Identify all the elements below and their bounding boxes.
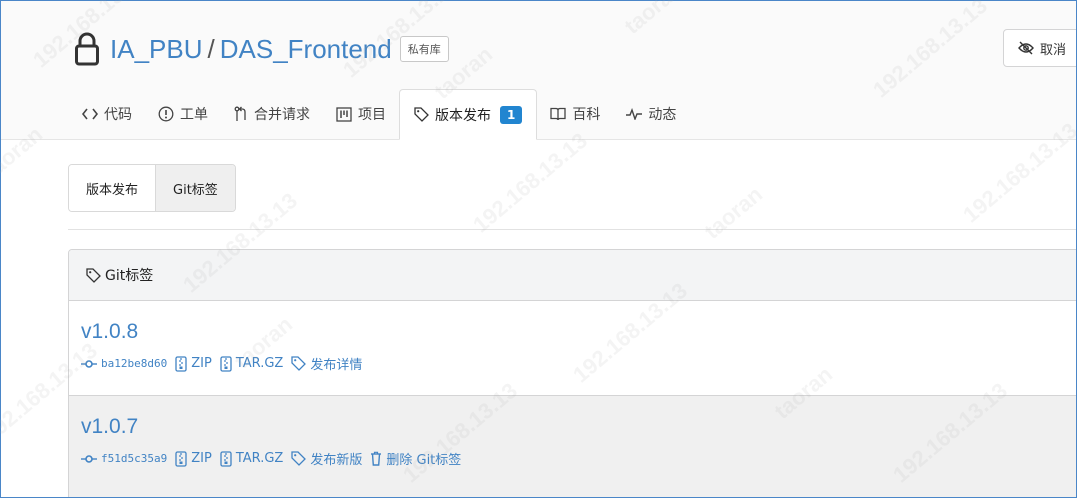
file-zip-icon	[175, 450, 187, 467]
tag-icon	[86, 267, 101, 283]
unwatch-button[interactable]: 取消	[1003, 29, 1076, 67]
tab-label: 代码	[104, 107, 132, 123]
project-icon	[336, 106, 352, 122]
tag-icon	[414, 107, 429, 122]
tag-icon	[291, 356, 307, 371]
tab-label: 工单	[180, 107, 208, 123]
subtab-releases[interactable]: 版本发布	[69, 165, 156, 211]
zip-label: ZIP	[191, 451, 212, 466]
release-detail-link[interactable]: 发布详情	[291, 354, 362, 373]
pulse-icon	[626, 108, 643, 120]
tar-download-link[interactable]: TAR.GZ	[220, 355, 284, 372]
commit-sha: ba12be8d60	[101, 357, 168, 370]
git-tags-title: Git标签	[105, 268, 154, 284]
commit-link[interactable]: ba12be8d60	[81, 357, 167, 370]
repo-separator: /	[207, 33, 215, 64]
tag-links: ba12be8d60 ZIP TAR.GZ 发布详情	[81, 354, 1076, 373]
tab-pull-requests[interactable]: 合并请求	[221, 89, 323, 139]
tab-projects[interactable]: 项目	[323, 89, 399, 139]
private-badge: 私有库	[399, 36, 449, 62]
commit-icon	[81, 359, 97, 368]
release-count-badge: 1	[500, 105, 523, 124]
tab-wiki[interactable]: 百科	[537, 89, 613, 139]
tag-name-link[interactable]: v1.0.8	[81, 319, 1076, 345]
window-frame: IA_PBU / DAS_Frontend 私有库 取消 代码 工单 合并请求 …	[0, 0, 1077, 498]
issue-icon	[158, 106, 174, 122]
zip-download-link[interactable]: ZIP	[175, 355, 212, 372]
tab-releases[interactable]: 版本发布 1	[399, 89, 538, 140]
repo-owner-link[interactable]: IA_PBU	[110, 34, 203, 65]
subtab-label: 版本发布	[86, 182, 139, 198]
tar-label: TAR.GZ	[235, 356, 284, 371]
git-tags-header: Git标签	[69, 250, 1076, 301]
tag-icon	[291, 451, 307, 466]
eye-slash-icon	[1018, 41, 1034, 55]
list-item: v1.0.7 f51d5c35a9 ZIP TAR.GZ 发布新版 删除 Git…	[69, 396, 1076, 497]
git-tags-box: Git标签 v1.0.8 ba12be8d60 ZIP TAR.GZ 发布详情 …	[68, 249, 1076, 497]
divider	[68, 229, 1076, 230]
tar-download-link[interactable]: TAR.GZ	[220, 450, 284, 467]
commit-sha: f51d5c35a9	[101, 452, 168, 465]
commit-icon	[81, 454, 97, 463]
pull-request-icon	[234, 106, 246, 121]
new-release-link[interactable]: 发布新版	[291, 449, 362, 468]
delete-tag-label: 删除 Git标签	[386, 453, 462, 468]
repo-name-link[interactable]: DAS_Frontend	[220, 34, 392, 65]
repo-header: IA_PBU / DAS_Frontend 私有库 取消 代码 工单 合并请求 …	[1, 1, 1076, 140]
tab-code[interactable]: 代码	[69, 89, 145, 139]
tag-links: f51d5c35a9 ZIP TAR.GZ 发布新版 删除 Git标签	[81, 449, 1076, 468]
code-icon	[82, 108, 98, 120]
file-zip-icon	[175, 355, 187, 372]
release-detail-label: 发布详情	[310, 358, 363, 373]
tab-label: 版本发布	[435, 107, 491, 124]
list-item: v1.0.8 ba12be8d60 ZIP TAR.GZ 发布详情	[69, 301, 1076, 396]
tar-label: TAR.GZ	[235, 451, 284, 466]
subtab-label: Git标签	[173, 182, 218, 198]
delete-tag-link[interactable]: 删除 Git标签	[370, 449, 461, 468]
zip-label: ZIP	[191, 356, 212, 371]
file-zip-icon	[220, 355, 232, 372]
tab-label: 合并请求	[254, 107, 310, 123]
book-icon	[550, 107, 567, 121]
file-zip-icon	[220, 450, 232, 467]
commit-link[interactable]: f51d5c35a9	[81, 452, 167, 465]
tab-label: 项目	[358, 107, 386, 123]
unwatch-label: 取消	[1040, 42, 1067, 58]
new-release-label: 发布新版	[310, 453, 363, 468]
tab-label: 百科	[572, 107, 601, 123]
subtab-git-tags[interactable]: Git标签	[155, 165, 235, 211]
release-subtabs: 版本发布 Git标签	[68, 164, 236, 212]
trash-icon	[371, 451, 382, 466]
tab-label: 动态	[648, 107, 677, 123]
tag-name-link[interactable]: v1.0.7	[81, 414, 1076, 440]
lock-icon	[75, 32, 99, 66]
tab-issues[interactable]: 工单	[145, 89, 221, 139]
tab-activity[interactable]: 动态	[613, 89, 689, 139]
repo-tabs: 代码 工单 合并请求 项目 版本发布 1 百科 动态	[69, 89, 689, 140]
repo-title: IA_PBU / DAS_Frontend 私有库	[74, 29, 449, 69]
zip-download-link[interactable]: ZIP	[175, 450, 212, 467]
